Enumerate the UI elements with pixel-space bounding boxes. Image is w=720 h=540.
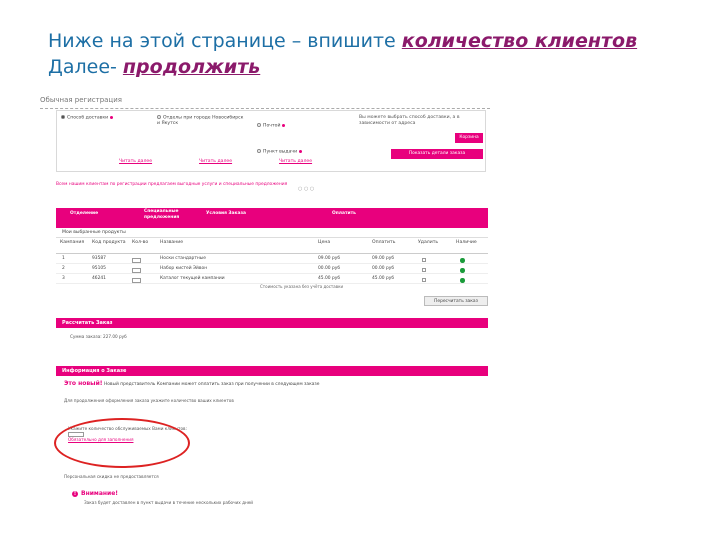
divider [40, 108, 490, 109]
delivery-option-points[interactable]: Пункт выдачи [257, 149, 303, 155]
radio-icon [157, 115, 161, 119]
calculate-section-header: Рассчитать Заказ [56, 318, 488, 328]
delivery-option-ship[interactable]: Способ доставки [61, 115, 114, 121]
order-details-button[interactable]: Показать детали заказа [391, 149, 483, 159]
discount-note: Персональная скидка не предоставляется [64, 474, 159, 479]
required-dot-icon [110, 115, 114, 119]
breadcrumb: Обычная регистрация [40, 96, 122, 104]
radio-icon [257, 123, 261, 127]
required-dot-icon [282, 123, 286, 127]
cart-table-header: Кампания Код продукта Кол-во Название Це… [56, 240, 488, 254]
warning-title: ! Внимание! [72, 490, 119, 497]
recalculate-button[interactable]: Пересчитать заказ [424, 296, 488, 306]
order-summary: Сумма заказа: 227.00 руб [70, 334, 127, 339]
order-page-screenshot: Обычная регистрация Способ доставки Отде… [40, 96, 490, 526]
totals-note: Стоимость указана без учёта доставки [260, 284, 344, 289]
table-row: 1 93587 Носки стандартные 09.00 руб 09.0… [56, 254, 488, 264]
delivery-option-city[interactable]: Отделы при городе Новосибирск и Якутск [157, 115, 247, 127]
delivery-hint: Вы можете выбрать способ доставки, а в з… [359, 115, 460, 126]
new-representative-note: Это новый! Новый представитель Компании … [64, 380, 320, 387]
table-row: 2 95105 Набор кистей Эйвон 00.00 руб 00.… [56, 264, 488, 274]
warning-icon: ! [72, 491, 78, 497]
delivery-options: Способ доставки Отделы при городе Новоси… [56, 110, 486, 172]
clients-instructions: Для продолжения оформления заказа укажит… [64, 398, 234, 403]
pay-link[interactable]: Оплатить [332, 211, 356, 217]
cart-bar: Мои выбранные продукты [56, 228, 488, 238]
highlight-circle [54, 418, 190, 468]
promo-note: Всем нашим клиентам по регистрации предл… [56, 182, 288, 187]
delivery-option-post[interactable]: Почтой [257, 123, 286, 129]
note-icons: ○ ○ ○ [298, 186, 315, 192]
order-info-header: Информация о Заказе [56, 366, 488, 376]
continue-emphasis: продолжить [122, 56, 261, 78]
read-more-link-3[interactable]: Читать далее [279, 159, 312, 165]
heading-text-2: Далее- [48, 56, 123, 78]
heading-text: Ниже на этой странице – впишите [48, 30, 402, 52]
cart-header: Отделение Специальные предложения Услови… [56, 208, 488, 228]
table-row: 3 46241 Каталог текущей кампании 45.00 р… [56, 274, 488, 284]
heading-line-2: Далее- продолжить [48, 54, 637, 80]
heading-line-1: Ниже на этой странице – впишите количест… [48, 28, 637, 54]
clients-count-emphasis: количество клиентов [401, 30, 638, 52]
cart-button[interactable]: Корзина [455, 133, 483, 143]
read-more-link-1[interactable]: Читать далее [119, 159, 152, 165]
required-dot-icon [299, 149, 303, 153]
radio-icon [61, 115, 65, 119]
warning-text: Заказ будет доставлен в пункт выдачи в т… [84, 500, 254, 505]
slide-heading: Ниже на этой странице – впишите количест… [48, 28, 637, 80]
radio-icon [257, 149, 261, 153]
read-more-link-2[interactable]: Читать далее [199, 159, 232, 165]
